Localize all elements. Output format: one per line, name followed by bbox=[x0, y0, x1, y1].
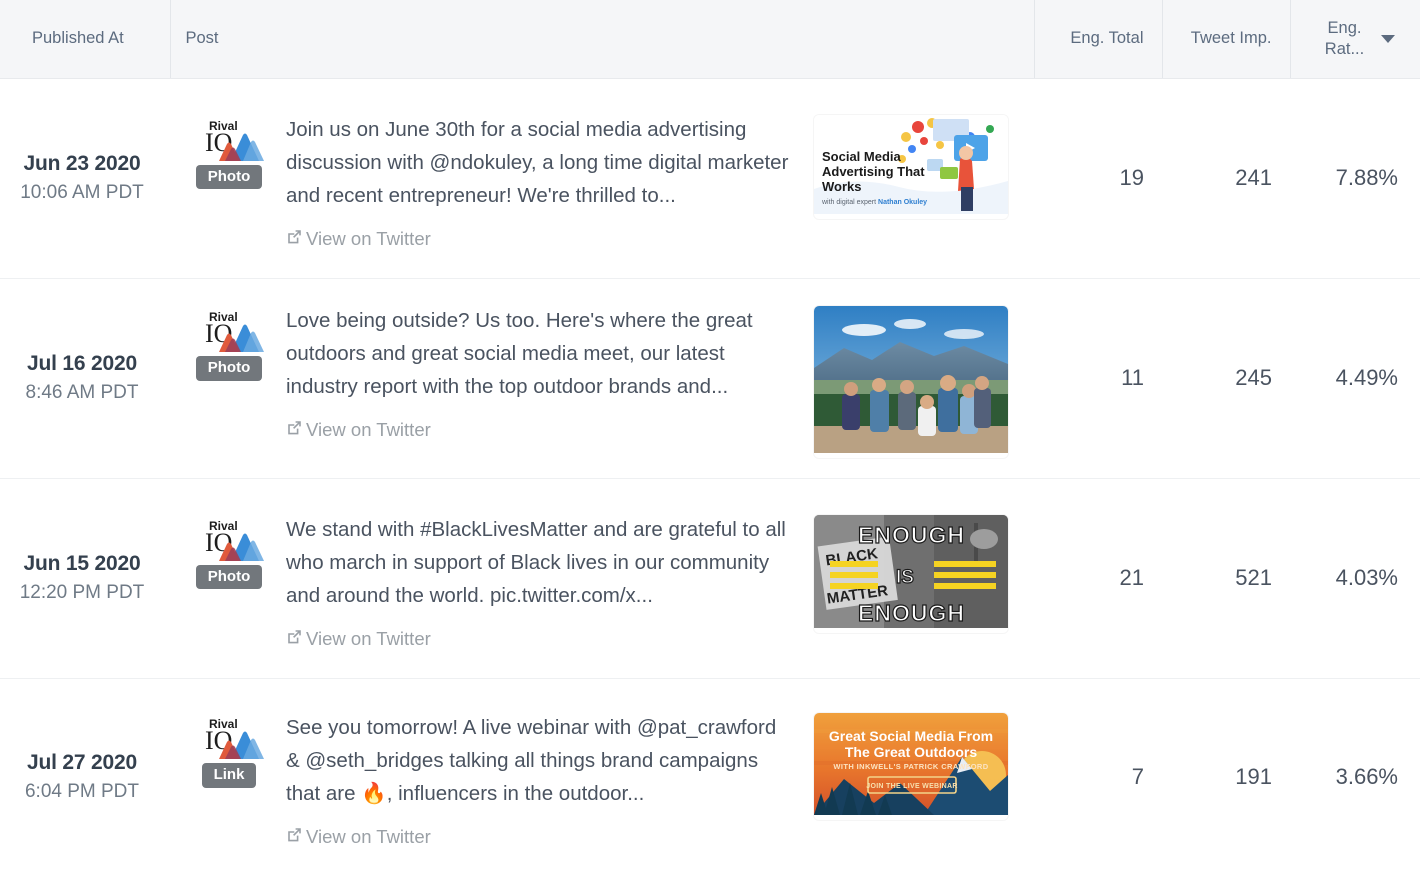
post-text-column: Join us on June 30th for a social media … bbox=[278, 107, 803, 250]
post-date: Jun 23 2020 bbox=[23, 152, 141, 175]
thumb-title-line3: Works bbox=[822, 179, 862, 194]
brand-column: Rival IQ Photo bbox=[180, 507, 278, 590]
eng-rate-label-line1: Eng. bbox=[1327, 19, 1362, 38]
eng-total-cell: 19 bbox=[1034, 78, 1162, 278]
eng-total-cell: 7 bbox=[1034, 678, 1162, 875]
thumb-title-line2: The Great Outdoors bbox=[845, 744, 977, 760]
column-header-post-label: Post bbox=[185, 29, 219, 48]
table-header: Published At Post Eng. Total Tweet Imp. … bbox=[0, 0, 1420, 79]
column-header-tweet-imp[interactable]: Tweet Imp. bbox=[1162, 0, 1291, 79]
eng-rate-cell: 4.03% bbox=[1290, 478, 1420, 678]
post-text-column: See you tomorrow! A live webinar with @p… bbox=[278, 705, 803, 848]
post-text: See you tomorrow! A live webinar with @p… bbox=[286, 716, 777, 806]
column-header-tweet-imp-label: Tweet Imp. bbox=[1190, 29, 1272, 48]
social-posts-table: Published At Post Eng. Total Tweet Imp. … bbox=[0, 0, 1420, 875]
post-thumbnail[interactable] bbox=[814, 306, 1008, 458]
column-header-eng-total-label: Eng. Total bbox=[1070, 29, 1144, 48]
tweet-imp-cell: 521 bbox=[1162, 478, 1290, 678]
post-time: 8:46 AM PDT bbox=[25, 382, 139, 403]
thumb-title-line1: Social Media bbox=[822, 149, 902, 164]
post-date: Jun 15 2020 bbox=[23, 552, 141, 575]
published-at-cell: Jun 23 2020 10:06 AM PDT bbox=[0, 78, 170, 278]
view-on-twitter-link[interactable]: View on Twitter bbox=[286, 826, 793, 848]
thumb-word2: IS bbox=[896, 567, 914, 588]
external-link-icon bbox=[286, 419, 303, 441]
caret-down-icon[interactable] bbox=[1380, 34, 1395, 43]
column-header-post[interactable]: Post bbox=[170, 0, 1035, 79]
thumbnail-column: Social Media Advertising That Works with… bbox=[803, 107, 1034, 219]
external-link-icon bbox=[286, 826, 303, 848]
brand-column: Rival IQ Photo bbox=[180, 298, 278, 381]
post-thumbnail[interactable]: BLACK MATTER ENOUGH IS ENOUGH bbox=[814, 514, 1008, 633]
view-on-twitter-label: View on Twitter bbox=[306, 227, 431, 249]
thumb-subtitle: WITH INKWELL'S PATRICK CRAWFORD bbox=[833, 762, 988, 771]
eng-total-cell: 11 bbox=[1034, 278, 1162, 478]
eng-rate-label-line2: Rat... bbox=[1324, 39, 1365, 58]
view-on-twitter-link[interactable]: View on Twitter bbox=[286, 419, 793, 441]
header-row: Published At Post Eng. Total Tweet Imp. … bbox=[0, 0, 1420, 79]
eng-rate-cell: 7.88% bbox=[1290, 78, 1420, 278]
thumbnail-column: Great Social Media From The Great Outdoo… bbox=[803, 705, 1034, 820]
view-on-twitter-label: View on Twitter bbox=[306, 826, 431, 848]
thumb-title-line2: Advertising That bbox=[822, 164, 925, 179]
thumbnail-column: BLACK MATTER ENOUGH IS ENOUGH bbox=[803, 507, 1034, 633]
post-cell: Rival IQ Photo Join us on June 30th for … bbox=[170, 78, 1034, 278]
column-header-eng-rate-label: Eng. Rat... bbox=[1319, 18, 1371, 59]
view-on-twitter-label: View on Twitter bbox=[306, 419, 431, 440]
tweet-imp-cell: 241 bbox=[1162, 78, 1290, 278]
table-row: Jun 23 2020 10:06 AM PDT Rival IQ Photo … bbox=[0, 78, 1420, 278]
external-link-icon bbox=[286, 628, 303, 650]
rival-iq-logo: Rival IQ bbox=[193, 115, 265, 171]
published-at-cell: Jul 16 2020 8:46 AM PDT bbox=[0, 278, 170, 478]
rival-iq-logo: Rival IQ bbox=[193, 713, 265, 769]
view-on-twitter-link[interactable]: View on Twitter bbox=[286, 228, 793, 250]
brand-column: Rival IQ Link bbox=[180, 705, 278, 788]
eng-rate-cell: 3.66% bbox=[1290, 678, 1420, 875]
thumbnail-column bbox=[803, 298, 1034, 458]
post-cell: Rival IQ Link See you tomorrow! A live w… bbox=[170, 678, 1034, 875]
rival-iq-logo: Rival IQ bbox=[193, 515, 265, 571]
published-at-cell: Jun 15 2020 12:20 PM PDT bbox=[0, 478, 170, 678]
table-row: Jul 16 2020 8:46 AM PDT Rival IQ Photo L… bbox=[0, 278, 1420, 478]
post-text-column: Love being outside? Us too. Here's where… bbox=[278, 298, 803, 441]
post-text: Love being outside? Us too. Here's where… bbox=[286, 309, 753, 398]
thumb-word1: ENOUGH bbox=[858, 522, 965, 548]
tweet-imp-cell: 191 bbox=[1162, 678, 1290, 875]
view-on-twitter-label: View on Twitter bbox=[306, 627, 431, 649]
column-header-eng-rate-inner: Eng. Rat... bbox=[1291, 18, 1420, 59]
post-text: We stand with #BlackLivesMatter and are … bbox=[286, 517, 786, 607]
rival-iq-logo: Rival IQ bbox=[193, 306, 265, 362]
post-time: 6:04 PM PDT bbox=[24, 780, 140, 802]
thumb-subtitle: with digital expert Nathan Okuley bbox=[821, 199, 927, 206]
thumb-button-label: JOIN THE LIVE WEBINAR bbox=[866, 783, 957, 790]
thumb-word3: ENOUGH bbox=[858, 600, 965, 626]
published-at-cell: Jul 27 2020 6:04 PM PDT bbox=[0, 678, 170, 875]
post-thumbnail[interactable]: Social Media Advertising That Works with… bbox=[814, 114, 1008, 219]
post-date: Jul 27 2020 bbox=[27, 750, 137, 774]
view-on-twitter-link[interactable]: View on Twitter bbox=[286, 628, 793, 650]
post-text: Join us on June 30th for a social media … bbox=[286, 117, 789, 207]
eng-rate-cell: 4.49% bbox=[1290, 278, 1420, 478]
post-time: 12:20 PM PDT bbox=[19, 582, 145, 603]
table-row: Jul 27 2020 6:04 PM PDT Rival IQ Link Se… bbox=[0, 678, 1420, 875]
column-header-eng-rate[interactable]: Eng. Rat... bbox=[1290, 0, 1420, 79]
post-cell: Rival IQ Photo Love being outside? Us to… bbox=[170, 278, 1034, 478]
post-date: Jul 16 2020 bbox=[27, 352, 137, 375]
thumb-title-line1: Great Social Media From bbox=[829, 728, 993, 744]
post-text-column: We stand with #BlackLivesMatter and are … bbox=[278, 507, 803, 650]
tweet-imp-cell: 245 bbox=[1162, 278, 1290, 478]
brand-column: Rival IQ Photo bbox=[180, 107, 278, 190]
table-body: Jun 23 2020 10:06 AM PDT Rival IQ Photo … bbox=[0, 78, 1420, 875]
column-header-published-at[interactable]: Published At bbox=[0, 0, 171, 79]
eng-total-cell: 21 bbox=[1034, 478, 1162, 678]
post-time: 10:06 AM PDT bbox=[20, 182, 144, 203]
column-header-eng-total[interactable]: Eng. Total bbox=[1034, 0, 1163, 79]
post-thumbnail[interactable]: Great Social Media From The Great Outdoo… bbox=[814, 713, 1008, 820]
column-header-published-at-label: Published At bbox=[32, 29, 124, 48]
table-row: Jun 15 2020 12:20 PM PDT Rival IQ Photo … bbox=[0, 478, 1420, 678]
external-link-icon bbox=[286, 228, 303, 250]
post-cell: Rival IQ Photo We stand with #BlackLives… bbox=[170, 478, 1034, 678]
